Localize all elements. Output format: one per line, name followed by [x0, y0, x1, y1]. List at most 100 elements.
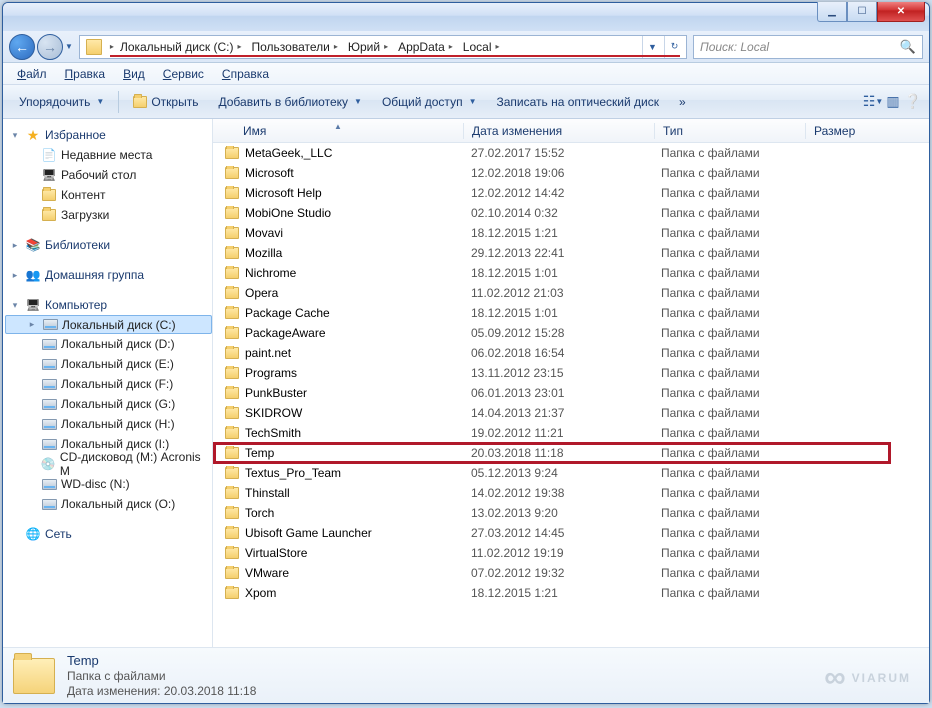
- table-row[interactable]: Ubisoft Game Launcher27.03.2012 14:45Пап…: [213, 523, 929, 543]
- annotation-underline: [110, 55, 680, 57]
- table-row[interactable]: PunkBuster06.01.2013 23:01Папка с файлам…: [213, 383, 929, 403]
- table-row[interactable]: VirtualStore11.02.2012 19:19Папка с файл…: [213, 543, 929, 563]
- table-row[interactable]: MobiOne Studio02.10.2014 0:32Папка с фай…: [213, 203, 929, 223]
- minimize-button[interactable]: ▁: [817, 2, 847, 22]
- address-bar[interactable]: ▸ Локальный диск (C:)▸Пользователи▸Юрий▸…: [79, 35, 687, 59]
- navigation-pane[interactable]: ▾Избранное📄Недавние места🖥Рабочий столКо…: [3, 119, 213, 647]
- folder-icon: [225, 367, 239, 379]
- nav-item[interactable]: 🌐Сеть: [5, 524, 212, 544]
- expand-icon[interactable]: ▸: [9, 240, 21, 251]
- burn-button[interactable]: Записать на оптический диск: [488, 92, 667, 112]
- table-row[interactable]: Microsoft12.02.2018 19:06Папка с файлами: [213, 163, 929, 183]
- column-type[interactable]: Тип: [655, 124, 805, 138]
- open-button[interactable]: Открыть: [125, 92, 206, 112]
- expand-icon[interactable]: ▸: [26, 319, 38, 330]
- help-button[interactable]: ❔: [905, 94, 921, 110]
- maximize-button[interactable]: ☐: [847, 2, 877, 22]
- content-pane: Имя▲ Дата изменения Тип Размер MetaGeek,…: [213, 119, 929, 647]
- folder-icon: [225, 447, 239, 459]
- table-row[interactable]: TechSmith19.02.2012 11:21Папка с файлами: [213, 423, 929, 443]
- table-row[interactable]: Package Cache18.12.2015 1:01Папка с файл…: [213, 303, 929, 323]
- chevron-right-icon[interactable]: ▸: [384, 42, 388, 51]
- table-row[interactable]: Textus_Pro_Team05.12.2013 9:24Папка с фа…: [213, 463, 929, 483]
- history-dropdown[interactable]: ▼: [65, 42, 73, 51]
- expand-icon[interactable]: ▾: [9, 130, 21, 141]
- chevron-right-icon[interactable]: ▸: [449, 42, 453, 51]
- nav-item[interactable]: Локальный диск (D:): [5, 334, 212, 354]
- column-size[interactable]: Размер: [806, 124, 906, 138]
- table-row[interactable]: MetaGeek,_LLC27.02.2017 15:52Папка с фай…: [213, 143, 929, 163]
- preview-pane-button[interactable]: ▥: [885, 94, 901, 110]
- folder-icon: [13, 658, 55, 694]
- drive-icon: [42, 439, 57, 450]
- table-row[interactable]: Microsoft Help12.02.2012 14:42Папка с фа…: [213, 183, 929, 203]
- table-row[interactable]: Opera11.02.2012 21:03Папка с файлами: [213, 283, 929, 303]
- nav-item[interactable]: ▸Локальный диск (C:): [5, 315, 212, 334]
- details-type: Папка с файлами: [67, 669, 256, 683]
- nav-item[interactable]: Контент: [5, 185, 212, 205]
- table-row[interactable]: Nichrome18.12.2015 1:01Папка с файлами: [213, 263, 929, 283]
- table-row[interactable]: Temp20.03.2018 11:18Папка с файлами: [213, 443, 929, 463]
- organize-button[interactable]: Упорядочить▼: [11, 92, 112, 112]
- column-headers: Имя▲ Дата изменения Тип Размер: [213, 119, 929, 143]
- column-name[interactable]: Имя▲: [213, 124, 463, 138]
- folder-icon: [225, 587, 239, 599]
- column-date[interactable]: Дата изменения: [464, 124, 654, 138]
- back-button[interactable]: ←: [9, 34, 35, 60]
- folder-icon: [225, 327, 239, 339]
- nav-item[interactable]: Локальный диск (F:): [5, 374, 212, 394]
- table-row[interactable]: Mozilla29.12.2013 22:41Папка с файлами: [213, 243, 929, 263]
- folder-icon: [225, 227, 239, 239]
- search-icon[interactable]: 🔍: [900, 39, 916, 55]
- folder-icon: [225, 287, 239, 299]
- nav-item[interactable]: Локальный диск (O:): [5, 494, 212, 514]
- view-options-button[interactable]: ☷ ▼: [865, 94, 881, 110]
- nav-item[interactable]: 💿CD-дисковод (M:) Acronis M: [5, 454, 212, 474]
- nav-item[interactable]: ▾Избранное: [5, 125, 212, 145]
- share-button[interactable]: Общий доступ▼: [374, 92, 485, 112]
- table-row[interactable]: Xpom18.12.2015 1:21Папка с файлами: [213, 583, 929, 603]
- nav-item[interactable]: 🖥Рабочий стол: [5, 165, 212, 185]
- menu-сервис[interactable]: Сервис: [155, 65, 212, 83]
- chevron-right-icon[interactable]: ▸: [334, 42, 338, 51]
- nav-item[interactable]: Загрузки: [5, 205, 212, 225]
- table-row[interactable]: SKIDROW14.04.2013 21:37Папка с файлами: [213, 403, 929, 423]
- menu-файл[interactable]: Файл: [9, 65, 55, 83]
- table-row[interactable]: Movavi18.12.2015 1:21Папка с файлами: [213, 223, 929, 243]
- nav-item[interactable]: ▸📚Библиотеки: [5, 235, 212, 255]
- folder-icon: [133, 96, 147, 108]
- table-row[interactable]: PackageAware05.09.2012 15:28Папка с файл…: [213, 323, 929, 343]
- nav-item[interactable]: ▸👥Домашняя группа: [5, 265, 212, 285]
- folder-icon: [225, 567, 239, 579]
- nav-item[interactable]: Локальный диск (E:): [5, 354, 212, 374]
- close-button[interactable]: ✕: [877, 2, 925, 22]
- chevron-right-icon[interactable]: ▸: [238, 42, 242, 51]
- folder-icon: [225, 467, 239, 479]
- forward-button[interactable]: →: [37, 34, 63, 60]
- table-row[interactable]: Programs13.11.2012 23:15Папка с файлами: [213, 363, 929, 383]
- folder-icon: [225, 427, 239, 439]
- file-list[interactable]: MetaGeek,_LLC27.02.2017 15:52Папка с фай…: [213, 143, 929, 647]
- details-pane: Temp Папка с файлами Дата изменения: 20.…: [3, 647, 929, 703]
- menu-справка[interactable]: Справка: [214, 65, 277, 83]
- menu-правка[interactable]: Правка: [57, 65, 114, 83]
- search-input[interactable]: Поиск: Local 🔍: [693, 35, 923, 59]
- menu-вид[interactable]: Вид: [115, 65, 153, 83]
- table-row[interactable]: VMware07.02.2012 19:32Папка с файлами: [213, 563, 929, 583]
- toolbar: Упорядочить▼ Открыть Добавить в библиоте…: [3, 85, 929, 119]
- nav-item[interactable]: ▾🖥Компьютер: [5, 295, 212, 315]
- table-row[interactable]: paint.net06.02.2018 16:54Папка с файлами: [213, 343, 929, 363]
- table-row[interactable]: Thinstall14.02.2012 19:38Папка с файлами: [213, 483, 929, 503]
- chevron-right-icon[interactable]: ▸: [495, 42, 499, 51]
- folder-icon: [225, 487, 239, 499]
- expand-icon[interactable]: ▸: [9, 270, 21, 281]
- expand-icon[interactable]: ▾: [9, 300, 21, 311]
- nav-item[interactable]: Локальный диск (G:): [5, 394, 212, 414]
- nav-item[interactable]: Локальный диск (H:): [5, 414, 212, 434]
- more-button[interactable]: »: [671, 92, 694, 112]
- add-to-library-button[interactable]: Добавить в библиотеку▼: [210, 92, 369, 112]
- table-row[interactable]: Torch13.02.2013 9:20Папка с файлами: [213, 503, 929, 523]
- address-row: ← → ▼ ▸ Локальный диск (C:)▸Пользователи…: [3, 31, 929, 63]
- nav-item[interactable]: 📄Недавние места: [5, 145, 212, 165]
- titlebar[interactable]: ▁ ☐ ✕: [3, 3, 929, 31]
